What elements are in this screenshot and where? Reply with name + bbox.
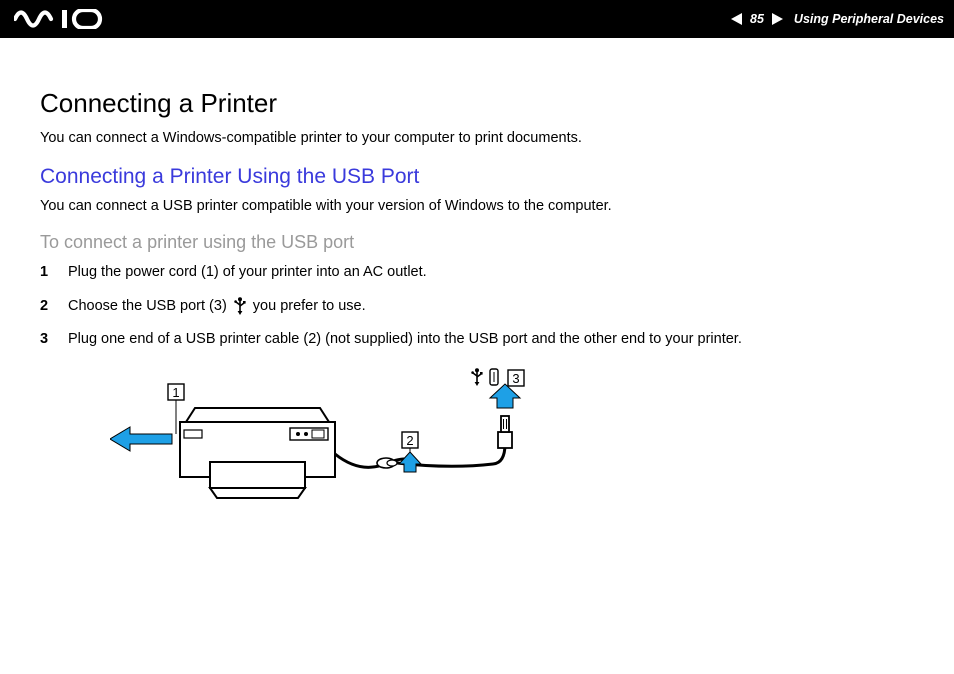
step-text-after: you prefer to use. (253, 297, 366, 317)
intro-text: You can connect a Windows-compatible pri… (40, 129, 914, 149)
callout-1: 1 (172, 385, 179, 400)
step-text: Plug one end of a USB printer cable (2) … (68, 330, 742, 350)
step-number: 2 (40, 297, 52, 317)
step-row: 2 Choose the USB port (3) you prefer to … (40, 297, 914, 317)
step-row: 3 Plug one end of a USB printer cable (2… (40, 330, 914, 350)
step-number: 1 (40, 263, 52, 283)
usb-icon (233, 297, 247, 315)
procedure-title: To connect a printer using the USB port (40, 232, 914, 253)
step-number: 3 (40, 330, 52, 350)
callout-3: 3 (512, 371, 519, 386)
header-bar: 85 Using Peripheral Devices (0, 0, 954, 38)
step-text-before: Choose the USB port (3) (68, 297, 227, 317)
header-nav: 85 Using Peripheral Devices (730, 12, 944, 26)
page-number: 85 (750, 12, 764, 26)
page-title: Connecting a Printer (40, 88, 914, 119)
sub-intro-text: You can connect a USB printer compatible… (40, 197, 914, 217)
step-text: Choose the USB port (3) you prefer to us… (68, 297, 366, 317)
section-subtitle: Connecting a Printer Using the USB Port (40, 165, 914, 189)
step-text: Plug the power cord (1) of your printer … (68, 263, 427, 283)
vaio-logo (14, 9, 109, 29)
callout-2: 2 (406, 433, 413, 448)
next-page-button[interactable] (770, 12, 784, 26)
printer-diagram: 3 1 (110, 364, 914, 519)
step-row: 1 Plug the power cord (1) of your printe… (40, 263, 914, 283)
prev-page-button[interactable] (730, 12, 744, 26)
section-label: Using Peripheral Devices (794, 12, 944, 26)
page-content: Connecting a Printer You can connect a W… (0, 38, 954, 519)
